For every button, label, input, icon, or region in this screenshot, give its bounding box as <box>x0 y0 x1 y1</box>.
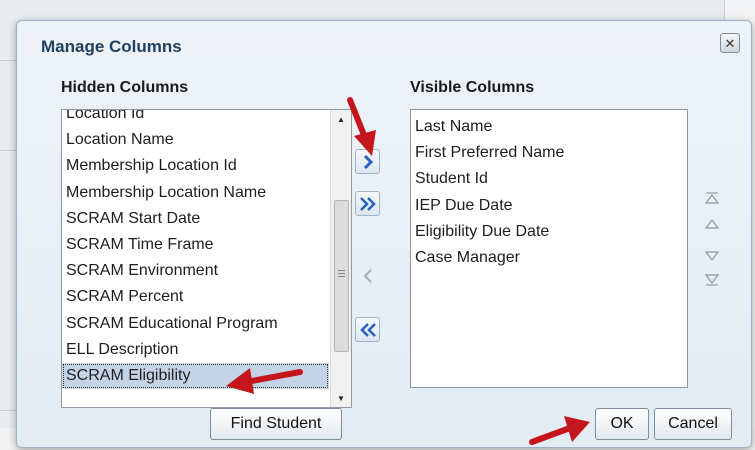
hidden-columns-list[interactable]: Location Id Location Name Membership Locat… <box>61 109 352 408</box>
visible-columns-list[interactable]: Last Name First Preferred Name Student Id I… <box>410 109 688 388</box>
manage-columns-dialog: Manage Columns ✕ Hidden Columns Visible … <box>16 20 752 448</box>
move-all-right-button[interactable] <box>355 191 380 216</box>
list-item[interactable]: SCRAM Start Date <box>62 206 329 232</box>
move-right-icon <box>363 154 373 169</box>
list-item[interactable]: Membership Location Name <box>62 180 329 206</box>
move-to-bottom-icon[interactable] <box>705 273 719 287</box>
scroll-thumb[interactable] <box>334 200 349 352</box>
move-all-left-button[interactable] <box>355 317 380 342</box>
dialog-title: Manage Columns <box>41 37 182 56</box>
cancel-button[interactable]: Cancel <box>654 408 732 440</box>
list-item[interactable]: First Preferred Name <box>411 140 687 166</box>
move-up-icon[interactable] <box>705 217 719 231</box>
hidden-columns-heading: Hidden Columns <box>61 79 189 96</box>
list-item[interactable]: Membership Location Id <box>62 153 329 179</box>
list-item[interactable]: SCRAM Eligibility <box>62 362 329 390</box>
list-item[interactable]: Last Name <box>411 114 687 140</box>
move-left-button[interactable] <box>355 263 380 288</box>
ok-button[interactable]: OK <box>595 408 649 440</box>
list-item[interactable]: IEP Due Date <box>411 193 687 219</box>
list-item[interactable]: SCRAM Percent <box>62 284 329 310</box>
scroll-down-icon[interactable]: ▼ <box>331 389 351 407</box>
move-right-button[interactable] <box>355 149 380 174</box>
list-item[interactable]: Location Name <box>62 127 329 153</box>
find-student-button[interactable]: Find Student <box>210 408 342 440</box>
list-item[interactable]: Case Manager <box>411 245 687 271</box>
scroll-up-icon[interactable]: ▲ <box>331 110 351 128</box>
move-all-right-icon <box>359 196 376 211</box>
move-left-icon <box>362 268 372 283</box>
list-item[interactable]: Student Id <box>411 166 687 192</box>
list-item[interactable]: SCRAM Environment <box>62 258 329 284</box>
list-item[interactable]: SCRAM Time Frame <box>62 232 329 258</box>
move-all-left-icon <box>359 322 376 337</box>
visible-columns-heading: Visible Columns <box>410 79 535 96</box>
list-item[interactable]: Location Id <box>62 110 329 127</box>
hidden-list-scrollbar[interactable]: ▲ ▼ <box>330 110 351 407</box>
list-item[interactable]: Eligibility Due Date <box>411 219 687 245</box>
list-item[interactable]: SCRAM Educational Program <box>62 311 329 337</box>
list-item[interactable]: ELL Description <box>62 337 329 363</box>
move-down-icon[interactable] <box>705 249 719 263</box>
move-to-top-icon[interactable] <box>705 191 719 205</box>
close-icon[interactable]: ✕ <box>720 33 740 53</box>
